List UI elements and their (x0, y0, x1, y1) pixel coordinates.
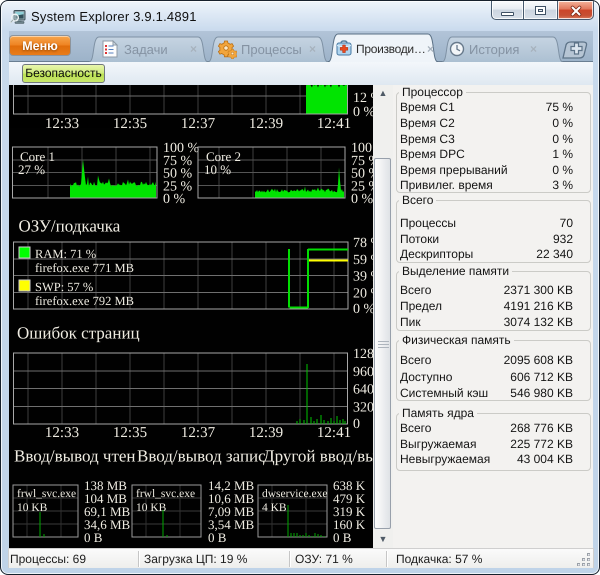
svg-text:0 %: 0 % (353, 302, 373, 317)
svg-text:SWP: 57 %: SWP: 57 % (35, 280, 93, 294)
svg-text:12:35: 12:35 (113, 116, 147, 132)
svg-text:12 %: 12 % (353, 91, 373, 106)
svg-text:ОЗУ/подкачка: ОЗУ/подкачка (19, 217, 121, 236)
svg-text:12:33: 12:33 (45, 116, 79, 132)
svg-text:dwservice.exe: dwservice.exe (262, 488, 327, 500)
svg-text:12:37: 12:37 (181, 116, 216, 132)
svg-text:Ошибок страниц: Ошибок страниц (17, 324, 140, 343)
svg-text:frwl_svc.exe: frwl_svc.exe (17, 488, 76, 500)
svg-text:12:41: 12:41 (317, 116, 351, 132)
svg-text:12:39: 12:39 (249, 425, 283, 441)
svg-text:0 %: 0 % (351, 192, 373, 207)
svg-text:Ввод/вывод запис: Ввод/вывод запис (137, 447, 266, 466)
svg-text:0 %: 0 % (353, 105, 373, 120)
svg-text:Другой ввод/выв: Другой ввод/выв (263, 447, 373, 466)
svg-text:12:37: 12:37 (181, 425, 216, 441)
svg-text:0 В: 0 В (333, 530, 352, 545)
svg-text:640: 640 (353, 383, 373, 398)
svg-text:0 %: 0 % (163, 192, 186, 207)
svg-text:59 %: 59 % (353, 253, 373, 268)
svg-text:320: 320 (353, 400, 373, 415)
svg-text:0 В: 0 В (84, 530, 103, 545)
svg-text:10 KB: 10 KB (17, 502, 48, 514)
svg-text:12:33: 12:33 (45, 425, 79, 441)
svg-text:20 %: 20 % (353, 286, 373, 301)
svg-text:0: 0 (353, 417, 360, 432)
svg-text:0 В: 0 В (208, 530, 227, 545)
svg-text:4 KB: 4 KB (262, 502, 287, 514)
svg-text:12:35: 12:35 (113, 425, 147, 441)
svg-text:Ввод/вывод чтен: Ввод/вывод чтен (14, 447, 136, 466)
svg-text:39 %: 39 % (353, 270, 373, 285)
svg-text:960: 960 (353, 365, 373, 380)
svg-text:12:39: 12:39 (249, 116, 283, 132)
svg-text:10 %: 10 % (204, 162, 231, 177)
svg-text:frwl_svc.exe: frwl_svc.exe (136, 488, 195, 500)
svg-text:10 KB: 10 KB (136, 502, 167, 514)
svg-text:78 %: 78 % (353, 236, 373, 251)
svg-text:firefox.exe 771 MB: firefox.exe 771 MB (35, 261, 134, 275)
svg-text:firefox.exe 792 MB: firefox.exe 792 MB (35, 294, 134, 308)
svg-text:27 %: 27 % (18, 162, 45, 177)
svg-text:1280: 1280 (353, 347, 373, 362)
svg-text:12:41: 12:41 (317, 425, 351, 441)
svg-text:RAM: 71 %: RAM: 71 % (35, 247, 96, 261)
